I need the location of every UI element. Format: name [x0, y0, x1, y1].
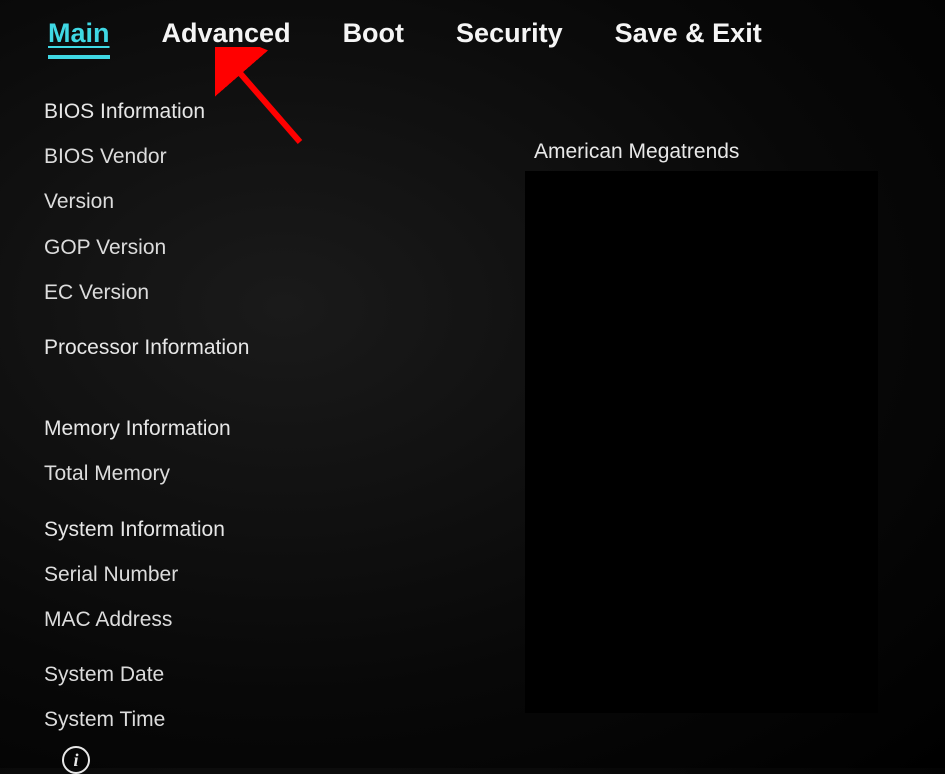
label-ec-version: EC Version [44, 280, 534, 305]
tab-save-exit[interactable]: Save & Exit [615, 18, 762, 55]
label-gop-version: GOP Version [44, 235, 534, 260]
label-system-time[interactable]: System Time [44, 707, 534, 732]
tab-main[interactable]: Main [48, 18, 110, 59]
label-version: Version [44, 189, 534, 214]
label-bios-vendor: BIOS Vendor [44, 144, 534, 169]
tab-advanced[interactable]: Advanced [162, 18, 291, 55]
label-serial-number: Serial Number [44, 562, 534, 587]
redacted-block [525, 171, 878, 713]
label-total-memory: Total Memory [44, 461, 534, 486]
labels-column: BIOS Information BIOS Vendor Version GOP… [44, 99, 534, 752]
info-icon[interactable] [62, 746, 90, 774]
tab-boot[interactable]: Boot [343, 18, 404, 55]
label-memory-information: Memory Information [44, 416, 534, 441]
tab-bar: Main Advanced Boot Security Save & Exit [0, 0, 945, 59]
label-system-information: System Information [44, 517, 534, 542]
label-system-date[interactable]: System Date [44, 662, 534, 687]
value-bios-vendor: American Megatrends [534, 139, 739, 164]
label-mac-address: MAC Address [44, 607, 534, 632]
label-processor-information: Processor Information [44, 335, 534, 360]
label-bios-information: BIOS Information [44, 99, 534, 124]
tab-security[interactable]: Security [456, 18, 563, 55]
